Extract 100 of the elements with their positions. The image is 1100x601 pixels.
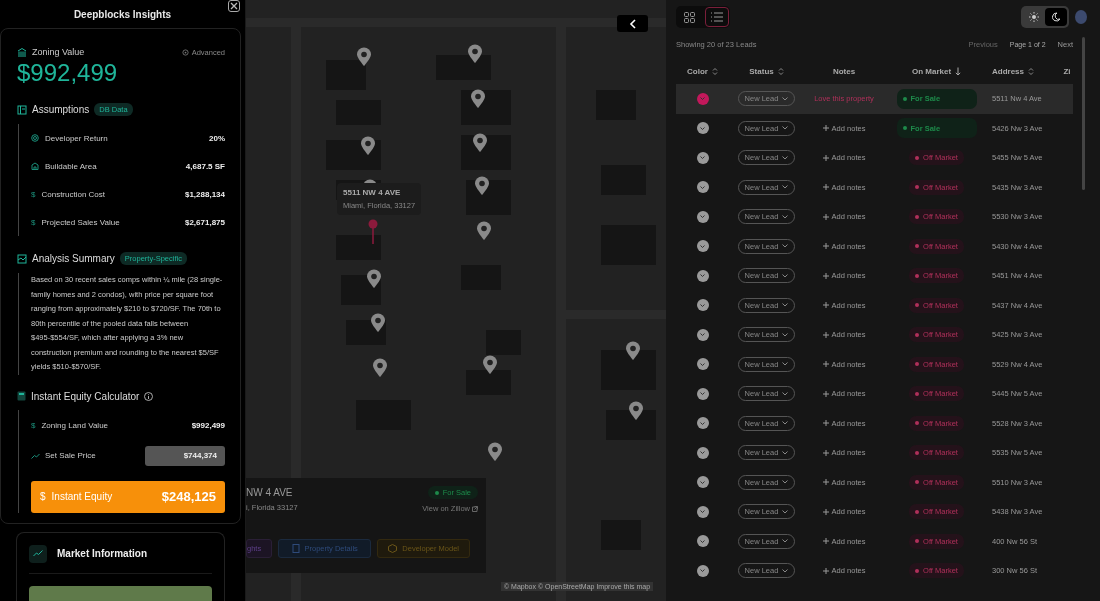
plus-icon: [822, 331, 829, 338]
chevron-down-icon: [700, 185, 705, 189]
map-pin-icon[interactable]: [474, 176, 490, 196]
building-footprint: [336, 235, 381, 260]
column-header[interactable]: On Market: [911, 66, 952, 76]
chevron-down-icon: [782, 421, 789, 426]
column-header[interactable]: Zi: [1063, 66, 1071, 76]
column-header[interactable]: Color: [687, 66, 708, 76]
close-button[interactable]: [228, 0, 240, 12]
building-footprint: [601, 350, 656, 390]
chevron-down-icon: [782, 362, 789, 367]
dollar-icon: $: [31, 421, 36, 430]
chevron-down-icon: [700, 421, 705, 425]
plus-icon: [822, 538, 829, 545]
land-value-label: Zoning Land Value: [41, 421, 109, 430]
sale-price-label: Set Sale Price: [45, 451, 96, 460]
chevron-down-icon: [700, 156, 705, 160]
map-pin-icon[interactable]: [625, 341, 641, 361]
list-icon: [17, 104, 27, 115]
map-pin-icon[interactable]: [356, 47, 372, 67]
building-footprint: [436, 55, 491, 80]
moon-icon[interactable]: [1045, 8, 1067, 26]
sale-price-field[interactable]: $744,374: [145, 445, 225, 466]
map-pin-icon[interactable]: [482, 355, 498, 375]
scrollbar[interactable]: [1082, 37, 1085, 190]
column-header[interactable]: Address: [992, 66, 1024, 76]
color-picker[interactable]: [696, 358, 709, 371]
plus-icon: [822, 420, 829, 427]
map-pin-icon[interactable]: [472, 133, 488, 153]
color-picker[interactable]: [696, 564, 709, 577]
map-pin-icon[interactable]: [467, 44, 483, 64]
color-picker[interactable]: [696, 328, 709, 341]
market-title: Market Information: [57, 548, 147, 559]
plus-icon: [822, 213, 829, 220]
plus-icon: [822, 243, 829, 250]
chevron-down-icon: [700, 215, 705, 219]
column-header[interactable]: Status: [749, 66, 774, 76]
info-icon[interactable]: [144, 391, 154, 401]
color-picker[interactable]: [696, 446, 709, 459]
zoning-value: $992,499: [17, 59, 119, 87]
gear-icon: [181, 48, 189, 56]
calculator-icon: [17, 391, 26, 401]
assumption-label: Buildable Area: [45, 161, 97, 171]
map-pin-icon[interactable]: [366, 269, 382, 289]
color-picker[interactable]: [696, 181, 709, 194]
chevron-down-icon: [782, 303, 789, 308]
chevron-down-icon: [700, 510, 705, 514]
chevron-down-icon: [782, 480, 789, 485]
plus-icon: [822, 390, 829, 397]
color-picker[interactable]: [696, 92, 709, 105]
analysis-title: Analysis Summary: [32, 253, 115, 264]
plus-icon: [822, 361, 829, 368]
trend-icon: [29, 544, 47, 563]
plus-icon: [822, 184, 829, 191]
color-picker[interactable]: [696, 505, 709, 518]
chevron-down-icon: [782, 273, 789, 278]
color-picker[interactable]: [696, 269, 709, 282]
chevron-down-icon: [700, 244, 705, 248]
chevron-down-icon: [700, 97, 705, 101]
plus-icon: [822, 508, 829, 515]
map-pin-icon[interactable]: [360, 136, 376, 156]
chevron-down-icon: [782, 539, 789, 544]
chevron-down-icon: [782, 214, 789, 219]
sort-down-icon[interactable]: [955, 66, 962, 76]
plus-icon: [822, 449, 829, 456]
column-header[interactable]: Notes: [832, 66, 856, 76]
zoning-label: Zoning Value: [32, 47, 85, 57]
dollar-icon: $: [31, 217, 36, 227]
bank-icon: [17, 47, 27, 57]
chevron-down-icon: [782, 509, 789, 514]
map-pin-icon[interactable]: [370, 313, 386, 333]
building-icon: [31, 162, 39, 170]
chevron-down-icon: [700, 362, 705, 366]
document-icon: [291, 544, 300, 553]
color-picker[interactable]: [696, 535, 709, 548]
plus-icon: [822, 272, 829, 279]
color-picker[interactable]: [696, 387, 709, 400]
map-pin-icon[interactable]: [476, 221, 492, 241]
color-picker[interactable]: [696, 151, 709, 164]
chevron-down-icon: [700, 569, 705, 573]
land-value: $992,499: [191, 421, 225, 430]
color-picker[interactable]: [696, 417, 709, 430]
chevron-down-icon: [700, 303, 705, 307]
color-picker[interactable]: [696, 240, 709, 253]
selected-pin-icon: [368, 219, 378, 245]
map-pin-icon[interactable]: [470, 89, 486, 109]
chevron-down-icon: [700, 333, 705, 337]
color-picker[interactable]: [696, 476, 709, 489]
collapse-button[interactable]: [617, 15, 648, 32]
map-pin-icon[interactable]: [487, 442, 503, 462]
plus-icon: [822, 125, 829, 132]
map-pin-icon[interactable]: [628, 401, 644, 421]
map-pin-icon[interactable]: [372, 358, 388, 378]
chevron-down-icon: [782, 568, 789, 573]
assumptions-title: Assumptions: [32, 104, 90, 115]
plus-icon: [822, 302, 829, 309]
color-picker[interactable]: [696, 210, 709, 223]
color-picker[interactable]: [696, 122, 709, 135]
color-picker[interactable]: [696, 299, 709, 312]
assumption-label: Construction Cost: [41, 189, 106, 199]
